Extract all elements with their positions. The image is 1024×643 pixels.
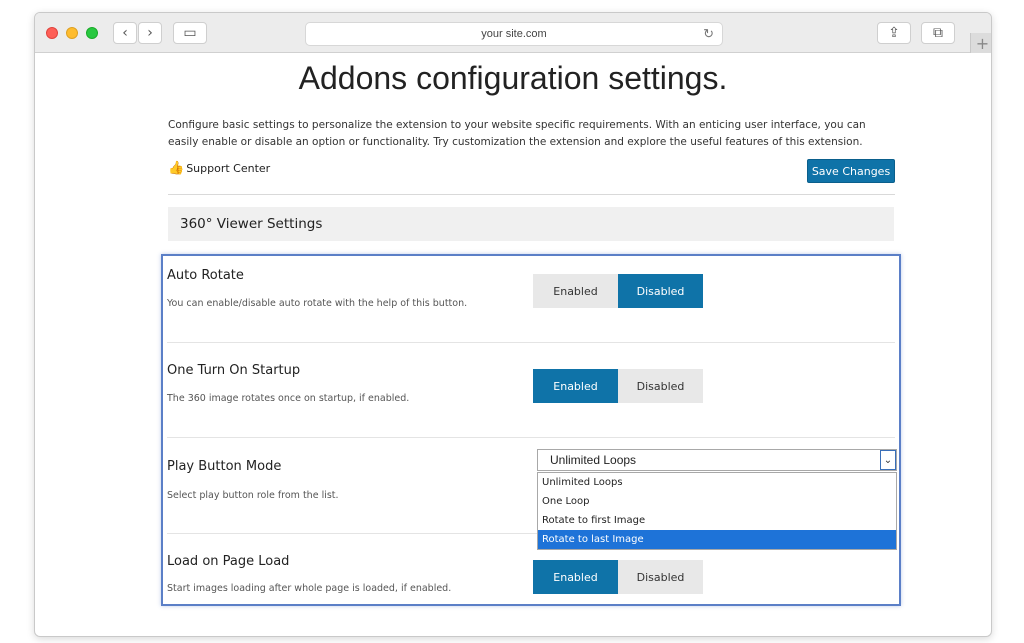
settings-panel: Auto Rotate You can enable/disable auto … bbox=[161, 254, 901, 606]
close-window-button[interactable] bbox=[46, 27, 58, 39]
chevron-left-icon: ‹ bbox=[122, 25, 128, 41]
auto-rotate-toggle: Enabled Disabled bbox=[533, 274, 703, 308]
one-turn-toggle: Enabled Disabled bbox=[533, 369, 703, 403]
page-title: Addons configuration settings. bbox=[298, 60, 728, 96]
forward-button[interactable]: › bbox=[138, 22, 162, 44]
share-icon: ⇪ bbox=[888, 25, 900, 41]
tabs-icon: ⧉ bbox=[933, 25, 943, 41]
tabs-overview-button[interactable]: ⧉ bbox=[921, 22, 955, 44]
auto-rotate-enabled-option[interactable]: Enabled bbox=[533, 274, 618, 308]
divider bbox=[168, 194, 895, 195]
save-changes-button[interactable]: Save Changes bbox=[807, 159, 895, 183]
load-on-page-enabled-option[interactable]: Enabled bbox=[533, 560, 618, 594]
dropdown-option[interactable]: Rotate to first Image bbox=[538, 511, 896, 530]
setting-description: The 360 image rotates once on startup, i… bbox=[167, 393, 410, 404]
browser-window: ‹ › ▭ your site.com ↻ ⇪ ⧉ + Addons confi… bbox=[34, 12, 992, 637]
load-on-page-disabled-option[interactable]: Disabled bbox=[618, 560, 703, 594]
back-button[interactable]: ‹ bbox=[113, 22, 137, 44]
chevron-down-icon[interactable]: ⌄ bbox=[880, 450, 896, 470]
page-content: Addons configuration settings. Configure… bbox=[35, 54, 991, 636]
section-header: 360° Viewer Settings bbox=[168, 207, 894, 241]
setting-description: You can enable/disable auto rotate with … bbox=[167, 298, 468, 309]
minimize-window-button[interactable] bbox=[66, 27, 78, 39]
support-center-link[interactable]: 👍 Support Center bbox=[168, 161, 270, 176]
play-mode-dropdown-list: Unlimited Loops One Loop Rotate to first… bbox=[537, 472, 897, 550]
setting-title: Play Button Mode bbox=[167, 459, 282, 474]
setting-one-turn: One Turn On Startup The 360 image rotate… bbox=[167, 343, 895, 437]
reload-icon[interactable]: ↻ bbox=[703, 26, 714, 42]
setting-title: One Turn On Startup bbox=[167, 363, 301, 378]
maximize-window-button[interactable] bbox=[86, 27, 98, 39]
setting-description: Select play button role from the list. bbox=[167, 490, 339, 501]
load-on-page-toggle: Enabled Disabled bbox=[533, 560, 703, 594]
title-bar: ‹ › ▭ your site.com ↻ ⇪ ⧉ + bbox=[35, 13, 991, 53]
plus-icon: + bbox=[975, 33, 990, 53]
address-bar[interactable]: your site.com ↻ bbox=[305, 22, 723, 46]
play-mode-selected-value: Unlimited Loops bbox=[550, 453, 637, 467]
chevron-right-icon: › bbox=[147, 25, 153, 41]
sidebar-toggle-button[interactable]: ▭ bbox=[173, 22, 207, 44]
dropdown-option[interactable]: Unlimited Loops bbox=[538, 473, 896, 492]
auto-rotate-disabled-option[interactable]: Disabled bbox=[618, 274, 703, 308]
share-button[interactable]: ⇪ bbox=[877, 22, 911, 44]
setting-auto-rotate: Auto Rotate You can enable/disable auto … bbox=[167, 256, 895, 342]
support-center-label: Support Center bbox=[186, 162, 271, 175]
dropdown-option[interactable]: One Loop bbox=[538, 492, 896, 511]
one-turn-disabled-option[interactable]: Disabled bbox=[618, 369, 703, 403]
setting-title: Auto Rotate bbox=[167, 268, 244, 283]
one-turn-enabled-option[interactable]: Enabled bbox=[533, 369, 618, 403]
page-description: Configure basic settings to personalize … bbox=[168, 119, 866, 148]
dropdown-option-highlighted[interactable]: Rotate to last Image bbox=[538, 530, 896, 549]
new-tab-button[interactable]: + bbox=[970, 33, 991, 53]
play-mode-select[interactable]: Unlimited Loops ⌄ bbox=[537, 449, 897, 471]
setting-title: Load on Page Load bbox=[167, 554, 290, 569]
thumbs-up-icon: 👍 bbox=[168, 161, 185, 176]
setting-description: Start images loading after whole page is… bbox=[167, 583, 452, 594]
address-text: your site.com bbox=[481, 28, 547, 40]
sidebar-icon: ▭ bbox=[183, 25, 197, 41]
